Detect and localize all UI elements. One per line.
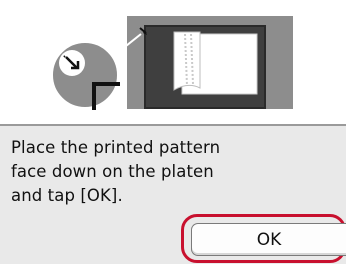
ok-button[interactable]: OK: [191, 223, 346, 256]
corner-alignment-marker-icon: [51, 41, 120, 110]
instruction-message: Place the printed pattern face down on t…: [11, 138, 221, 205]
place-pattern-illustration: [51, 16, 293, 110]
printer-touchscreen: Place the printed pattern face down on t…: [0, 0, 346, 264]
instruction-illustration-panel: [0, 0, 346, 124]
printed-sheet-icon: [173, 31, 258, 95]
